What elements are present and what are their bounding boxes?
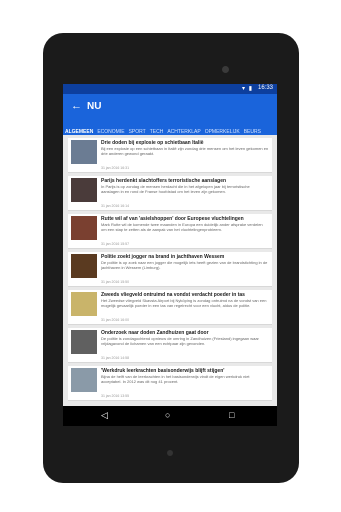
- article-snippet: De politie is op zoek naar een jogger di…: [101, 261, 268, 270]
- article-card[interactable]: 'Werkdruk leerkrachten basisonderwijs bl…: [68, 366, 272, 401]
- article-headline: Zweeds vliegveld ontruimd na vondst verd…: [101, 292, 245, 298]
- back-arrow-icon[interactable]: ←: [71, 100, 82, 112]
- article-date: 31 jan 2016 13:55: [101, 394, 130, 398]
- nav-home-icon[interactable]: ○: [165, 410, 170, 420]
- article-headline: Drie doden bij explosie op schietbaan It…: [101, 140, 204, 146]
- article-card[interactable]: Onderzoek naar doden Zandhuizen gaat doo…: [68, 328, 272, 363]
- article-date: 31 jan 2016 15:57: [101, 242, 130, 246]
- article-card[interactable]: Drie doden bij explosie op schietbaan It…: [68, 138, 272, 173]
- article-snippet: Mark Rutte wil de komende twee maanden i…: [101, 223, 263, 232]
- article-snippet: De politie is zondagochtend opnieuw de o…: [101, 337, 259, 346]
- article-thumbnail: [71, 254, 97, 278]
- tab-opmerkelijk[interactable]: OPMERKELIJK: [203, 125, 242, 135]
- article-date: 31 jan 2016 15:50: [101, 280, 130, 284]
- tab-sport[interactable]: SPORT: [127, 125, 148, 135]
- tab-beurs[interactable]: BEURS: [242, 125, 263, 135]
- article-date: 31 jan 2016 16:31: [101, 166, 130, 170]
- front-sensor: [167, 450, 173, 456]
- article-thumbnail: [71, 292, 97, 316]
- article-snippet: Het Zweedse vliegveld Skavsta Airport bi…: [101, 299, 267, 308]
- article-thumbnail: [71, 216, 97, 240]
- app-bar: ← NU: [63, 94, 277, 120]
- article-thumbnail: [71, 178, 97, 202]
- article-thumbnail: [71, 368, 97, 392]
- article-headline: Parijs herdenkt slachtoffers terroristis…: [101, 178, 227, 184]
- article-date: 31 jan 2016 16:00: [101, 318, 130, 322]
- nav-recents-icon[interactable]: □: [229, 410, 234, 420]
- article-headline: 'Werkdruk leerkrachten basisonderwijs bl…: [101, 368, 225, 374]
- article-thumbnail: [71, 140, 97, 164]
- article-snippet: In Parijs is op zondag de mensen herdach…: [101, 185, 250, 194]
- tab-tech[interactable]: TECH: [148, 125, 166, 135]
- article-card[interactable]: Rutte wil af van 'asielshoppen' door Eur…: [68, 214, 272, 249]
- article-list: Drie doden bij explosie op schietbaan It…: [68, 138, 272, 404]
- article-headline: Politie zoekt jogger na brand in jachtha…: [101, 254, 225, 260]
- category-tabs: ALGEMEEN ECONOMIE SPORT TECH ACHTERKLAP OPMER…: [63, 120, 277, 135]
- article-card[interactable]: Parijs herdenkt slachtoffers terroristis…: [68, 176, 272, 211]
- article-card[interactable]: Zweeds vliegveld ontruimd na vondst verd…: [68, 290, 272, 325]
- tab-economie[interactable]: ECONOMIE: [95, 125, 126, 135]
- article-card[interactable]: Politie zoekt jogger na brand in jachtha…: [68, 252, 272, 287]
- tab-achterklap[interactable]: ACHTERKLAP: [165, 125, 202, 135]
- article-headline: Rutte wil af van 'asielshoppen' door Eur…: [101, 216, 244, 222]
- screen: ▾ ▮ 16:33 ← NU ALGEMEEN ECONOMIE SPORT TECH…: [63, 84, 277, 426]
- status-bar: ▾ ▮ 16:33: [63, 84, 277, 94]
- article-thumbnail: [71, 330, 97, 354]
- article-snippet: Bijna de helft van de leerkrachten in he…: [101, 375, 250, 384]
- nav-back-icon[interactable]: ◁: [101, 410, 108, 421]
- status-time: 16:33: [257, 85, 273, 91]
- article-date: 31 jan 2016 14:58: [101, 356, 130, 360]
- camera-dot: [222, 66, 229, 73]
- article-snippet: Bij een explosie op een schietbaan in It…: [101, 147, 269, 156]
- status-icons: ▾ ▮: [242, 86, 253, 92]
- article-headline: Onderzoek naar doden Zandhuizen gaat doo…: [101, 330, 209, 336]
- navigation-bar: ◁ ○ □: [63, 406, 277, 426]
- app-title: NU: [87, 101, 102, 112]
- article-date: 31 jan 2016 16:14: [101, 204, 130, 208]
- tab-algemeen[interactable]: ALGEMEEN: [63, 125, 95, 135]
